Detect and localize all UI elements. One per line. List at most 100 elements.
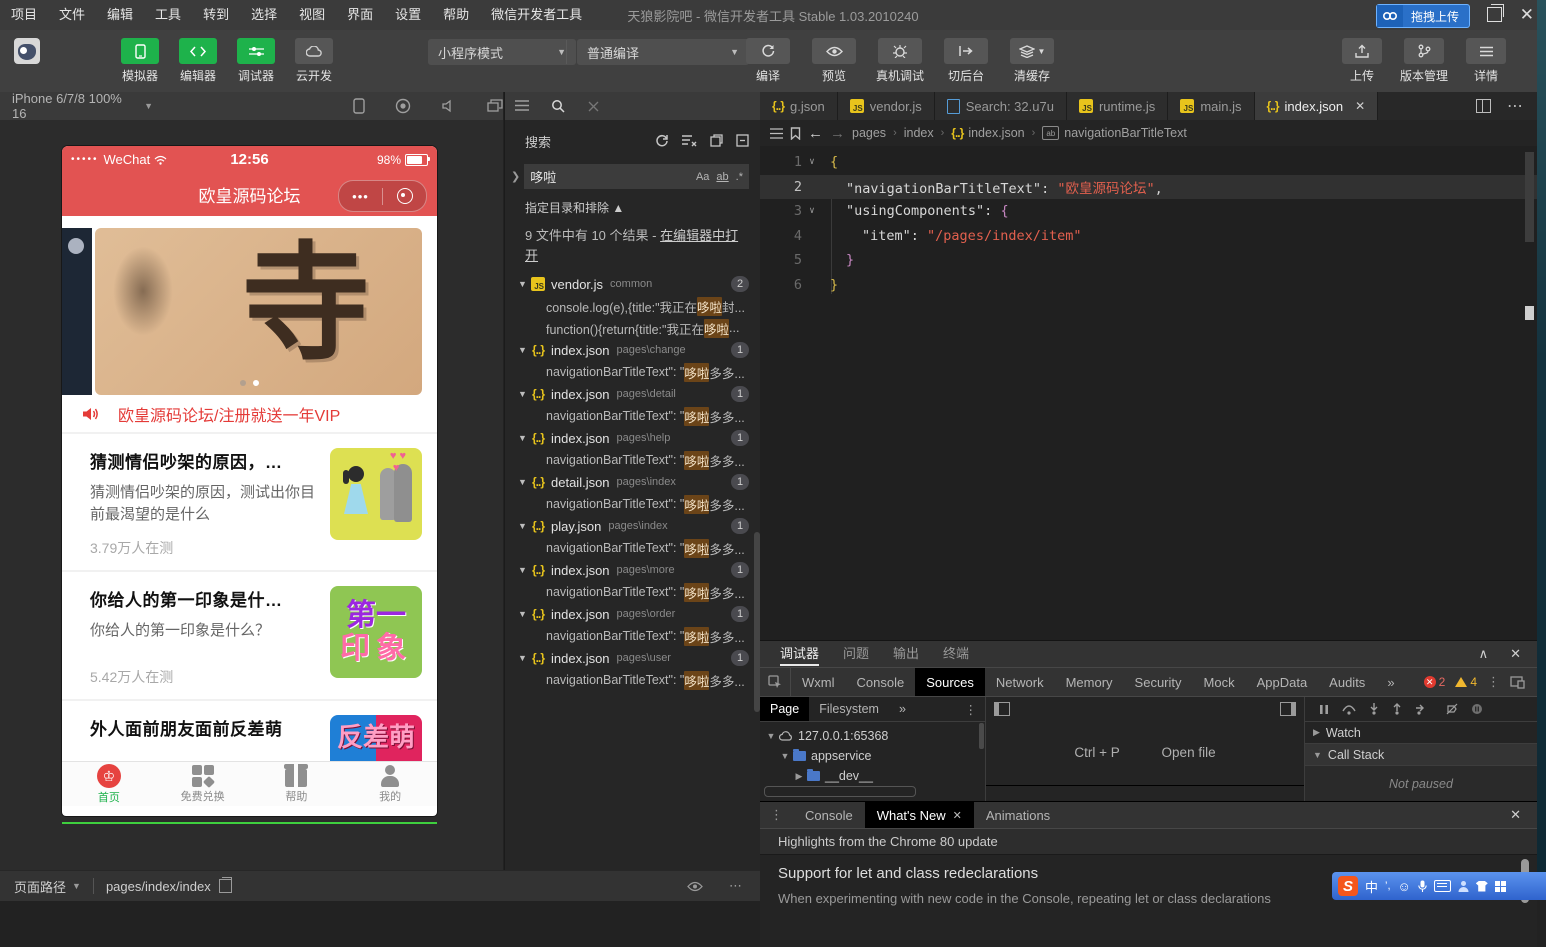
- menu-帮助[interactable]: 帮助: [432, 0, 480, 30]
- remote-device-icon[interactable]: [1510, 675, 1525, 689]
- devtools-tab-Memory[interactable]: Memory: [1055, 668, 1124, 696]
- devtools-tab-Wxml[interactable]: Wxml: [791, 668, 846, 696]
- outline-icon[interactable]: [770, 127, 783, 139]
- scheme-dropdown[interactable]: 小程序模式 ▼: [428, 39, 576, 65]
- 切后台-button[interactable]: 切后台: [940, 38, 992, 84]
- mute-icon[interactable]: [441, 99, 457, 113]
- 真机调试-button[interactable]: 真机调试: [874, 38, 926, 84]
- panel-tab-终端[interactable]: 终端: [943, 643, 969, 666]
- tree-node-127.0.0.1:65368[interactable]: ▼ 127.0.0.1:65368: [760, 726, 985, 746]
- quiz-card[interactable]: 外人面前朋友面前反差萌 反差萌 外人 朋友: [62, 701, 437, 762]
- devtools-tab-»[interactable]: »: [1376, 668, 1405, 696]
- close-tab-icon[interactable]: ✕: [953, 809, 962, 822]
- device-selector[interactable]: iPhone 6/7/8 100% 16: [12, 91, 139, 121]
- bookmark-icon[interactable]: [790, 126, 801, 140]
- code-line-5[interactable]: 5}: [760, 248, 1537, 273]
- capsule-menu[interactable]: •••: [338, 180, 427, 212]
- result-match-row[interactable]: console.log(e),{title:"我正在 哆啦 封...: [505, 295, 761, 317]
- tree-node-appservice[interactable]: ▼ appservice: [760, 746, 985, 766]
- copy-path-icon[interactable]: [218, 877, 232, 893]
- drawer-tab-Console[interactable]: Console: [793, 802, 865, 828]
- breadcrumb-item-navigationBarTitleText[interactable]: ab navigationBarTitleText: [1042, 126, 1187, 140]
- deactivate-breakpoints-icon[interactable]: [1446, 703, 1458, 715]
- compile-mode-dropdown[interactable]: 普通编译 ▼: [577, 39, 749, 65]
- ime-keyboard-icon[interactable]: [1433, 880, 1451, 892]
- fold-icon[interactable]: ∨: [802, 206, 822, 216]
- 云开发-button[interactable]: 云开发: [290, 38, 338, 84]
- result-match-row[interactable]: function(){return{title:"我正在 哆啦...: [505, 317, 761, 339]
- ime-emoji-icon[interactable]: ☺: [1398, 879, 1411, 894]
- step-out-icon[interactable]: [1392, 703, 1402, 715]
- 版本管理-button[interactable]: 版本管理: [1400, 38, 1448, 84]
- drawer-menu-icon[interactable]: ⋮: [760, 807, 793, 823]
- devtools-tab-AppData[interactable]: AppData: [1246, 668, 1319, 696]
- collapse-all-icon[interactable]: [736, 134, 749, 148]
- editor-tab-Search: 32.u7u[interactable]: Search: 32.u7u: [934, 92, 1067, 120]
- devtools-tab-Network[interactable]: Network: [985, 668, 1055, 696]
- result-file-row[interactable]: ▼ {..} index.json pages\order 1: [505, 603, 761, 625]
- inspect-element-icon[interactable]: [760, 668, 791, 696]
- whole-word-toggle[interactable]: ab: [716, 171, 728, 183]
- dir-filter-toggle[interactable]: 指定目录和排除 ▲: [505, 189, 761, 216]
- page-path-selector[interactable]: 页面路径: [14, 877, 66, 896]
- result-file-row[interactable]: ▼ {..} play.json pages\index 1: [505, 515, 761, 537]
- breadcrumb-item-pages[interactable]: pages: [852, 126, 886, 140]
- editor-tab-vendor.js[interactable]: JS vendor.js: [837, 92, 935, 120]
- tree-vscrollbar[interactable]: [979, 723, 984, 749]
- code-area[interactable]: 1 ∨{2 "navigationBarTitleText": "欧皇源码论坛", 3…: [760, 146, 1537, 320]
- editor-scrollbar[interactable]: [1525, 152, 1534, 242]
- tab-我的[interactable]: 我的: [343, 762, 437, 806]
- sources-tab-»[interactable]: »: [889, 697, 916, 721]
- watch-section[interactable]: ▶ Watch: [1305, 722, 1537, 744]
- result-file-row[interactable]: ▼ {..} detail.json pages\index 1: [505, 471, 761, 493]
- more-options-icon[interactable]: ⋯: [729, 878, 742, 894]
- devtools-tab-Mock[interactable]: Mock: [1193, 668, 1246, 696]
- ime-punct-toggle[interactable]: ’,: [1385, 880, 1391, 892]
- menu-微信开发者工具[interactable]: 微信开发者工具: [480, 0, 593, 30]
- warning-count-badge[interactable]: 4: [1455, 675, 1477, 689]
- menu-编辑[interactable]: 编辑: [96, 0, 144, 30]
- result-file-row[interactable]: ▼ {..} index.json pages\more 1: [505, 559, 761, 581]
- editor-tab-main.js[interactable]: JS main.js: [1168, 92, 1255, 120]
- code-line-3[interactable]: 3 ∨ "usingComponents": {: [760, 199, 1537, 224]
- open-in-editor-icon[interactable]: [710, 134, 723, 148]
- window-close-button[interactable]: ✕: [1520, 3, 1534, 27]
- nav-forward-icon[interactable]: →: [830, 125, 845, 142]
- sogou-logo-icon[interactable]: S: [1338, 876, 1358, 896]
- result-match-row[interactable]: navigationBarTitleText": " 哆啦 多多...: [505, 581, 761, 603]
- result-file-row[interactable]: ▼ {..} index.json pages\user 1: [505, 647, 761, 669]
- pause-on-exceptions-icon[interactable]: [1471, 703, 1483, 715]
- devtools-tab-Security[interactable]: Security: [1124, 668, 1193, 696]
- quiz-card[interactable]: 猜测情侣吵架的原因，… 猜测情侣吵架的原因，测试出你目前最渴望的是什么 3.79…: [62, 434, 437, 570]
- file-list-icon[interactable]: [515, 100, 529, 112]
- sidebar-menu-icon[interactable]: ⋮: [965, 702, 986, 717]
- 编译-button[interactable]: 编译: [742, 38, 794, 84]
- openfile-action[interactable]: Open file: [1162, 745, 1216, 760]
- result-match-row[interactable]: navigationBarTitleText": " 哆啦 多多...: [505, 537, 761, 559]
- drawer-tab-What's New[interactable]: What's New ✕: [864, 802, 974, 828]
- step-into-icon[interactable]: [1369, 703, 1379, 715]
- window-restore-button[interactable]: [1487, 4, 1504, 22]
- menu-选择[interactable]: 选择: [240, 0, 288, 30]
- ime-mic-icon[interactable]: [1418, 880, 1427, 893]
- sources-tab-Filesystem[interactable]: Filesystem: [809, 697, 889, 721]
- more-dots-icon[interactable]: •••: [339, 189, 382, 204]
- menu-项目[interactable]: 项目: [0, 0, 48, 30]
- devtools-tab-Sources[interactable]: Sources: [915, 668, 985, 696]
- drag-upload-badge[interactable]: 拖拽上传: [1375, 4, 1470, 28]
- result-file-row[interactable]: ▼ {..} index.json pages\detail 1: [505, 383, 761, 405]
- step-over-icon[interactable]: [1342, 704, 1356, 715]
- git-mode-icon[interactable]: [587, 100, 600, 113]
- ime-toolbox-icon[interactable]: [1494, 880, 1506, 892]
- match-case-toggle[interactable]: Aa: [696, 171, 709, 183]
- 模拟器-button[interactable]: 模拟器: [116, 38, 164, 84]
- 上传-button[interactable]: 上传: [1338, 38, 1386, 84]
- show-debugpane-icon[interactable]: [1280, 702, 1296, 716]
- callstack-section[interactable]: ▼ Call Stack: [1305, 744, 1537, 766]
- editor-more-icon[interactable]: ⋯: [1507, 96, 1523, 116]
- toggle-replace-icon[interactable]: ❯: [511, 170, 520, 183]
- code-line-4[interactable]: 4 "item": "/pages/index/item": [760, 224, 1537, 249]
- panel-tab-输出[interactable]: 输出: [893, 643, 919, 666]
- regex-toggle[interactable]: .*: [736, 171, 743, 183]
- announcement-bar[interactable]: 欧皇源码论坛/注册就送一年VIP: [62, 396, 437, 432]
